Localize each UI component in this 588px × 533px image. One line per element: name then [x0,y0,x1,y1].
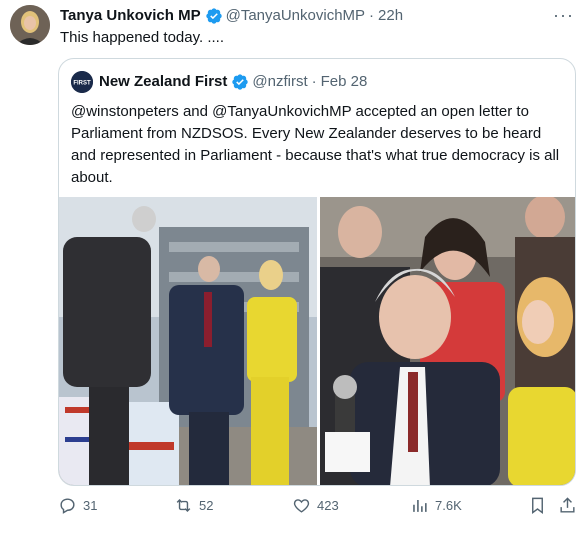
quoted-author-handle[interactable]: @nzfirst [252,72,307,92]
author-handle[interactable]: @TanyaUnkovichMP [226,6,365,26]
more-options-icon[interactable]: ··· [553,6,574,24]
tweet[interactable]: Tanya Unkovich MP @TanyaUnkovichMP · 22h… [0,0,588,533]
avatar-image [10,5,50,45]
photo-icon [59,197,317,485]
quoted-media [59,197,575,485]
view-count: 7.6K [435,498,462,513]
quoted-header: FIRST New Zealand First @nzfirst · Feb 2… [71,71,367,93]
quoted-avatar[interactable]: FIRST [71,71,93,93]
quoted-separator-dot: · [311,73,317,90]
quoted-text: @winstonpeters and @TanyaUnkovichMP acce… [71,103,560,186]
author-name[interactable]: Tanya Unkovich MP [60,6,201,26]
tweet-timestamp[interactable]: 22h [378,6,403,26]
reply-count: 31 [83,498,98,513]
separator-dot: · [369,7,375,24]
author-avatar[interactable] [10,5,50,45]
like-count: 423 [317,498,339,513]
analytics-icon [413,499,427,512]
share-button[interactable] [558,496,577,515]
reply-icon [60,498,75,514]
quoted-timestamp[interactable]: Feb 28 [321,72,368,92]
svg-text:FIRST: FIRST [73,81,91,87]
quoted-tweet[interactable]: FIRST New Zealand First @nzfirst · Feb 2… [58,58,576,486]
tweet-text: This happened today. .... [60,29,224,46]
quoted-author-name[interactable]: New Zealand First [99,72,227,92]
share-icon [560,497,575,513]
repost-count: 52 [199,498,214,513]
reply-button[interactable]: 31 [58,496,97,515]
quoted-verified-badge-icon[interactable] [231,73,249,91]
verified-badge-icon[interactable] [205,7,223,25]
views-button[interactable]: 7.6K [410,496,462,515]
tweet-actions: 31 52 423 7.6K [0,496,588,526]
like-button[interactable]: 423 [292,496,339,515]
bookmark-icon [532,497,543,515]
photo-icon [320,197,575,485]
media-photo-left[interactable] [59,197,317,485]
repost-button[interactable]: 52 [174,496,213,515]
tweet-header: Tanya Unkovich MP @TanyaUnkovichMP · 22h [60,6,403,26]
bookmark-button[interactable] [528,496,547,515]
repost-icon [176,498,191,513]
nzfirst-logo: FIRST [71,71,93,93]
heart-icon [293,499,310,513]
media-photo-right[interactable] [320,197,575,485]
